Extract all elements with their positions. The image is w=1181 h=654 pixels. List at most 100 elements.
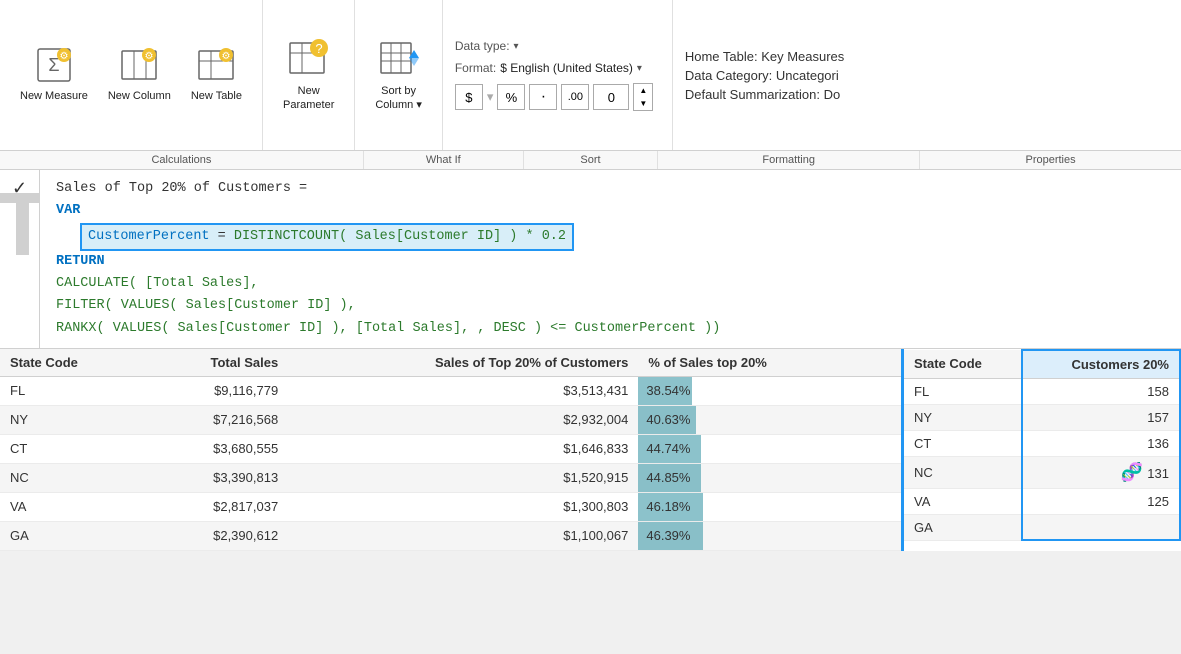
default-summarization-row: Default Summarization: Do bbox=[685, 87, 840, 102]
right-table-row: NY 157 bbox=[904, 404, 1180, 430]
var-equals: = bbox=[218, 229, 234, 244]
comma-button[interactable]: · bbox=[529, 84, 557, 110]
left-table-row: CT $3,680,555 $1,646,833 44.74% bbox=[0, 434, 901, 463]
right-table-row: GA bbox=[904, 514, 1180, 540]
new-measure-label: New Measure bbox=[20, 90, 88, 103]
left-table-row: NY $7,216,568 $2,932,004 40.63% bbox=[0, 405, 901, 434]
left-cell-pct: 38.54% bbox=[638, 376, 901, 405]
formula-return: RETURN bbox=[56, 251, 1165, 273]
return-keyword: RETURN bbox=[56, 254, 105, 269]
formula-title-line: Sales of Top 20% of Customers = bbox=[56, 178, 1165, 200]
left-cell-sales-top20: $1,100,067 bbox=[288, 521, 638, 550]
svg-text:⚙: ⚙ bbox=[222, 51, 231, 62]
properties-label: Properties bbox=[920, 151, 1181, 169]
left-cell-state: NC bbox=[0, 463, 144, 492]
new-parameter-button[interactable]: ? NewParameter bbox=[275, 34, 342, 115]
right-cell-customers: 157 bbox=[1022, 404, 1180, 430]
formula-var-highlight: CustomerPercent = DISTINCTCOUNT( Sales[C… bbox=[80, 223, 574, 251]
right-table-body: FL 158 NY 157 CT 136 NC 🧬131 VA 125 GA bbox=[904, 378, 1180, 540]
var-name: CustomerPercent bbox=[88, 229, 210, 244]
formula-confirm-button[interactable]: ✓ bbox=[12, 178, 27, 199]
formula-wrapper: ✓ Sales of Top 20% of Customers = VAR Cu… bbox=[0, 170, 1181, 349]
right-table-row: CT 136 bbox=[904, 430, 1180, 456]
left-cell-sales-top20: $2,932,004 bbox=[288, 405, 638, 434]
format-dropdown[interactable]: ▾ bbox=[637, 63, 642, 74]
left-cell-sales-top20: $3,513,431 bbox=[288, 376, 638, 405]
left-table: State Code Total Sales Sales of Top 20% … bbox=[0, 349, 901, 551]
new-measure-button[interactable]: Σ ⚙ New Measure bbox=[12, 43, 96, 107]
format-row: Format: $ English (United States) ▾ bbox=[455, 61, 642, 75]
data-type-label: Data type: bbox=[455, 39, 510, 53]
left-cell-pct: 46.39% bbox=[638, 521, 901, 550]
left-cell-total-sales: $3,680,555 bbox=[144, 434, 288, 463]
col-state-code-r: State Code bbox=[904, 350, 1022, 379]
left-cell-pct: 46.18% bbox=[638, 492, 901, 521]
left-table-row: GA $2,390,612 $1,100,067 46.39% bbox=[0, 521, 901, 550]
col-sales-top20: Sales of Top 20% of Customers bbox=[288, 349, 638, 377]
percent-button[interactable]: % bbox=[497, 84, 525, 110]
right-cell-state: NC bbox=[904, 456, 1022, 488]
formula-var-line: CustomerPercent = DISTINCTCOUNT( Sales[C… bbox=[56, 223, 1165, 251]
spin-up-button[interactable]: ▲ bbox=[634, 84, 652, 97]
right-cell-customers: 🧬131 bbox=[1022, 456, 1180, 488]
right-cell-customers: 125 bbox=[1022, 488, 1180, 514]
data-category-text: Data Category: Uncategori bbox=[685, 68, 839, 83]
left-data-table: State Code Total Sales Sales of Top 20% … bbox=[0, 349, 901, 551]
format-sep1: ▾ bbox=[487, 89, 494, 105]
left-cell-sales-top20: $1,646,833 bbox=[288, 434, 638, 463]
content-main: ✓ Sales of Top 20% of Customers = VAR Cu… bbox=[0, 170, 1181, 654]
formula-calculate-text: CALCULATE( [Total Sales], bbox=[56, 276, 259, 291]
right-table-header: State Code Customers 20% bbox=[904, 350, 1180, 379]
ribbon-group-calculations: Σ ⚙ New Measure ⚙ Ne bbox=[0, 0, 263, 150]
formula-check-area: ✓ bbox=[0, 170, 40, 348]
default-summarization-text: Default Summarization: Do bbox=[685, 87, 840, 102]
decimal-button[interactable]: .00 bbox=[561, 84, 589, 110]
left-cell-pct: 44.85% bbox=[638, 463, 901, 492]
ribbon-items: Σ ⚙ New Measure ⚙ Ne bbox=[0, 0, 1181, 150]
left-cell-state: CT bbox=[0, 434, 144, 463]
new-table-button[interactable]: ⚙ New Table bbox=[183, 43, 250, 107]
right-cell-state: FL bbox=[904, 378, 1022, 404]
right-cell-customers: 158 bbox=[1022, 378, 1180, 404]
dollar-button[interactable]: $ bbox=[455, 84, 483, 110]
left-cell-total-sales: $7,216,568 bbox=[144, 405, 288, 434]
formula-editor[interactable]: Sales of Top 20% of Customers = VAR Cust… bbox=[40, 170, 1181, 348]
col-pct-top20: % of Sales top 20% bbox=[638, 349, 901, 377]
right-table-row: FL 158 bbox=[904, 378, 1180, 404]
sort-label: Sort bbox=[524, 151, 658, 169]
formula-var-indent: CustomerPercent = DISTINCTCOUNT( Sales[C… bbox=[80, 229, 574, 244]
formula-rankx: RANKX( VALUES( Sales[Customer ID] ), [To… bbox=[56, 318, 1165, 340]
left-table-header: State Code Total Sales Sales of Top 20% … bbox=[0, 349, 901, 377]
sort-by-column-button[interactable]: Sort byColumn ▾ bbox=[367, 34, 429, 115]
formula-var-keyword: VAR bbox=[56, 200, 1165, 222]
new-column-icon: ⚙ bbox=[121, 47, 157, 88]
svg-text:⚙: ⚙ bbox=[145, 51, 154, 62]
content-area: Te ✓ Sales of Top 20% of Customers = VAR… bbox=[0, 170, 1181, 654]
formula-filter-text: FILTER( VALUES( Sales[Customer ID] ), bbox=[56, 298, 356, 313]
ribbon-group-formatting: Data type: ▾ Format: $ English (United S… bbox=[443, 0, 673, 150]
data-type-row: Data type: ▾ bbox=[455, 39, 519, 53]
ribbon-group-labels: Calculations What If Sort Formatting Pro… bbox=[0, 150, 1181, 169]
left-cell-total-sales: $9,116,779 bbox=[144, 376, 288, 405]
format-controls: $ ▾ % · .00 ▲ ▼ bbox=[455, 83, 654, 111]
new-parameter-label: NewParameter bbox=[283, 85, 334, 111]
data-type-dropdown[interactable]: ▾ bbox=[514, 41, 519, 52]
spin-down-button[interactable]: ▼ bbox=[634, 97, 652, 110]
new-column-button[interactable]: ⚙ New Column bbox=[100, 43, 179, 107]
formula-filter: FILTER( VALUES( Sales[Customer ID] ), bbox=[56, 295, 1165, 317]
right-cell-customers bbox=[1022, 514, 1180, 540]
decimal-spinner: ▲ ▼ bbox=[633, 83, 653, 111]
left-cell-sales-top20: $1,520,915 bbox=[288, 463, 638, 492]
right-cell-state: CT bbox=[904, 430, 1022, 456]
left-cell-pct: 40.63% bbox=[638, 405, 901, 434]
svg-text:?: ? bbox=[315, 41, 322, 56]
formula-title: Sales of Top 20% of Customers = bbox=[56, 181, 307, 196]
left-table-row: VA $2,817,037 $1,300,803 46.18% bbox=[0, 492, 901, 521]
sort-by-column-icon bbox=[379, 38, 419, 83]
right-cell-state: GA bbox=[904, 514, 1022, 540]
var-value: DISTINCTCOUNT( Sales[Customer ID] ) * 0.… bbox=[234, 229, 566, 244]
decimal-input[interactable] bbox=[593, 84, 629, 110]
home-table-text: Home Table: Key Measures bbox=[685, 49, 844, 64]
ribbon-group-what-if: ? NewParameter bbox=[263, 0, 355, 150]
new-table-icon: ⚙ bbox=[198, 47, 234, 88]
